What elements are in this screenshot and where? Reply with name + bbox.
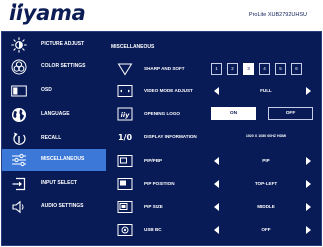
color-settings-icon	[11, 59, 27, 75]
brand-logo: iiyama	[9, 1, 86, 25]
sidebar-item-label: INPUT SELECT	[41, 180, 78, 186]
sidebar: PICTURE ADJUST COLOR SETTINGS OSD LANGUA…	[2, 32, 106, 245]
opening-logo-off-button[interactable]: OFF	[268, 107, 313, 120]
setting-label: OPENING LOGO	[144, 111, 180, 116]
sidebar-item-label: MISCELLANEOUS	[41, 156, 85, 162]
svg-text:iiy: iiy	[121, 111, 130, 119]
header: iiyama ProLite XUB2792UHSU	[0, 0, 323, 30]
opening-logo-on-button[interactable]: ON	[211, 107, 256, 120]
sidebar-item-recall[interactable]: RECALL	[2, 128, 106, 150]
arrow-left-icon[interactable]	[214, 180, 219, 188]
setting-usb-bc: USB BC OFF	[108, 219, 321, 241]
sidebar-item-language[interactable]: LANGUAGE	[2, 104, 106, 126]
sharpness-option-6[interactable]: 6	[291, 63, 302, 75]
setting-label: USB BC	[144, 227, 162, 232]
setting-display-information: 1/0 DISPLAY INFORMATION 1920 X 1080 60HZ…	[108, 126, 321, 148]
pip-pbp-icon	[117, 155, 133, 167]
setting-video-mode-adjust: VIDEO MODE ADJUST FULL	[108, 80, 321, 102]
sidebar-item-audio-settings[interactable]: AUDIO SETTINGS	[2, 196, 106, 218]
video-mode-icon	[117, 85, 133, 97]
setting-value: MIDDLE	[257, 204, 275, 209]
arrow-right-icon[interactable]	[306, 203, 311, 211]
setting-sharp-and-soft: SHARP AND SOFT 1 2 3 4 5 6	[108, 58, 321, 80]
setting-value: PIP	[262, 158, 270, 163]
setting-value: TOP-LEFT	[254, 181, 278, 186]
model-name: ProLite XUB2792UHSU	[248, 12, 307, 18]
setting-label: PIP SIZE	[144, 204, 163, 209]
miscellaneous-icon	[12, 153, 26, 167]
sidebar-item-miscellaneous[interactable]: MISCELLANEOUS	[2, 149, 106, 171]
sidebar-item-label: PICTURE ADJUST	[41, 41, 85, 47]
setting-value: FULL	[260, 88, 272, 93]
osd-icon	[11, 85, 27, 97]
globe-icon	[12, 108, 26, 122]
setting-label: VIDEO MODE ADJUST	[144, 88, 193, 93]
sidebar-item-label: RECALL	[41, 135, 62, 141]
page-title: MISCELLANEOUS	[111, 44, 155, 50]
content-panel: MISCELLANEOUS SHARP AND SOFT 1 2 3 4 5 6…	[108, 32, 321, 245]
speaker-icon	[12, 200, 24, 214]
pip-size-icon	[117, 201, 133, 213]
setting-pip-pbp: PIP/PBP PIP	[108, 150, 321, 172]
sharpness-option-3[interactable]: 3	[243, 63, 254, 75]
arrow-right-icon[interactable]	[306, 87, 311, 95]
sidebar-item-label: OSD	[41, 87, 52, 93]
sharpness-option-1[interactable]: 1	[211, 63, 222, 75]
setting-value: OFF	[261, 227, 271, 232]
sidebar-item-label: COLOR SETTINGS	[41, 63, 86, 69]
picture-adjust-icon	[11, 37, 27, 53]
sidebar-item-label: LANGUAGE	[41, 111, 70, 117]
arrow-right-icon[interactable]	[306, 157, 311, 165]
info-icon: 1/0	[118, 133, 132, 142]
arrow-right-icon[interactable]	[306, 226, 311, 234]
recall-icon	[13, 132, 26, 145]
opening-logo-icon: iiy	[117, 107, 133, 121]
setting-label: PIP POSITION	[144, 181, 175, 186]
setting-label: PIP/PBP	[144, 158, 163, 163]
setting-label: SHARP AND SOFT	[144, 66, 185, 71]
sidebar-item-osd[interactable]: OSD	[2, 80, 106, 102]
sidebar-item-label: AUDIO SETTINGS	[41, 203, 84, 209]
setting-pip-position: PIP POSITION TOP-LEFT	[108, 173, 321, 195]
pip-position-icon	[117, 178, 133, 190]
sharpness-option-2[interactable]: 2	[227, 63, 238, 75]
arrow-left-icon[interactable]	[214, 87, 219, 95]
svg-text:1/0: 1/0	[118, 133, 132, 142]
sharpness-option-4[interactable]: 4	[259, 63, 270, 75]
sharpness-option-5[interactable]: 5	[275, 63, 286, 75]
sidebar-item-color-settings[interactable]: COLOR SETTINGS	[2, 56, 106, 78]
setting-label: DISPLAY INFORMATION	[144, 134, 197, 139]
input-select-icon	[12, 177, 26, 191]
arrow-left-icon[interactable]	[214, 203, 219, 211]
setting-opening-logo: iiy OPENING LOGO ON OFF	[108, 103, 321, 125]
sidebar-item-input-select[interactable]: INPUT SELECT	[2, 173, 106, 195]
usb-icon	[117, 224, 133, 236]
arrow-right-icon[interactable]	[306, 180, 311, 188]
sharpness-triangle-icon	[117, 63, 133, 76]
display-info-value: 1920 X 1080 60HZ HDMI	[245, 134, 287, 138]
sidebar-item-picture-adjust[interactable]: PICTURE ADJUST	[2, 34, 106, 56]
arrow-left-icon[interactable]	[214, 226, 219, 234]
setting-pip-size: PIP SIZE MIDDLE	[108, 196, 321, 218]
arrow-left-icon[interactable]	[214, 157, 219, 165]
